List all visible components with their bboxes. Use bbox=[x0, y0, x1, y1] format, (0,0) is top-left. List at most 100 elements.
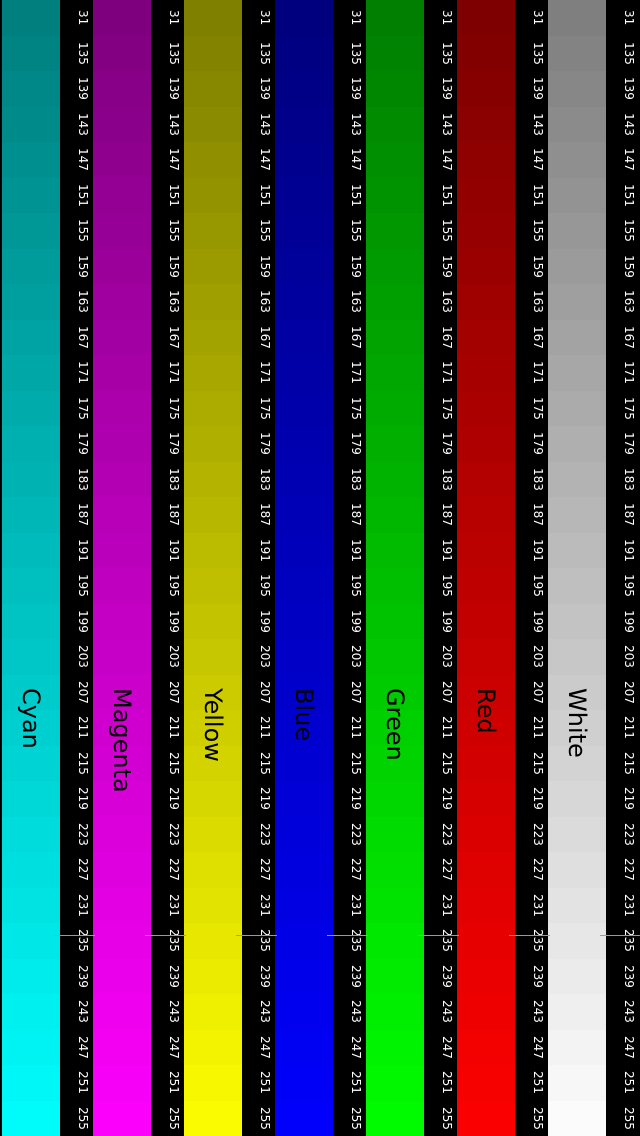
white-gradient-bar: White bbox=[548, 0, 606, 1136]
white-gradient-step bbox=[548, 852, 606, 889]
green-gradient-step bbox=[366, 319, 424, 356]
yellow-gradient-step bbox=[184, 1065, 242, 1102]
cyan-gradient-step bbox=[2, 958, 60, 995]
magenta-gradient-step bbox=[93, 319, 151, 356]
scale-tick-label: 191 bbox=[531, 538, 545, 562]
scale-tick-label: 171 bbox=[167, 361, 181, 385]
blue-gradient-step bbox=[275, 319, 333, 356]
scale-tick-label: 235 bbox=[440, 929, 454, 953]
scale-tick-label: 211 bbox=[622, 716, 636, 740]
white-gradient-step bbox=[548, 1065, 606, 1102]
scale-tick-label: 167 bbox=[349, 325, 363, 349]
scale-tick-label: 187 bbox=[531, 503, 545, 527]
scale-tick-label: 203 bbox=[531, 645, 545, 669]
cyan-gradient-step bbox=[2, 284, 60, 321]
scale-tick-label: 151 bbox=[349, 183, 363, 207]
blue-gradient-step bbox=[275, 781, 333, 818]
cyan-gradient-step bbox=[2, 106, 60, 143]
green-gradient-step bbox=[366, 532, 424, 569]
blue-gradient-step bbox=[275, 923, 333, 960]
scale-tick-label: 151 bbox=[440, 183, 454, 207]
red-gradient-step bbox=[457, 35, 515, 72]
white-gradient-step bbox=[548, 1100, 606, 1136]
blue-gradient-step bbox=[275, 213, 333, 250]
blue-value-scale: 31 135 139 143 147 151 155 159 163 167 171 175 179 18… bbox=[333, 0, 366, 1136]
scale-tick-label: 183 bbox=[349, 467, 363, 491]
scale-tick-label: 163 bbox=[349, 290, 363, 314]
scale-tick-label: 207 bbox=[258, 680, 272, 704]
scale-tick-label: 159 bbox=[440, 254, 454, 278]
scale-tick-label: 255 bbox=[622, 1106, 636, 1130]
scale-tick-label: 235 bbox=[349, 929, 363, 953]
scale-tick-label: 207 bbox=[531, 680, 545, 704]
scale-tick-label: 203 bbox=[167, 645, 181, 669]
yellow-gradient-step bbox=[184, 426, 242, 463]
scale-tick-label: 159 bbox=[258, 254, 272, 278]
red-gradient-step bbox=[457, 0, 515, 37]
scale-tick-label: 143 bbox=[167, 112, 181, 136]
white-value-scale: 31 135 139 143 147 151 155 159 163 167 171 175 179 18… bbox=[606, 0, 639, 1136]
scale-tick-label: 179 bbox=[531, 432, 545, 456]
scale-tick-label: 247 bbox=[622, 1035, 636, 1059]
blue-gradient-step bbox=[275, 1029, 333, 1066]
cyan-gradient-step bbox=[2, 532, 60, 569]
scale-tick-label: 255 bbox=[440, 1106, 454, 1130]
scale-tick-label: 203 bbox=[622, 645, 636, 669]
scale-tick-label: 223 bbox=[76, 822, 90, 846]
scale-tick-label: 235 bbox=[76, 929, 90, 953]
cyan-gradient-step bbox=[2, 852, 60, 889]
scale-tick-label: 219 bbox=[622, 787, 636, 811]
scale-tick-label: 231 bbox=[531, 893, 545, 917]
magenta-gradient-step bbox=[93, 106, 151, 143]
magenta-gradient-step bbox=[93, 0, 151, 37]
magenta-gradient-step bbox=[93, 71, 151, 108]
scale-tick-label: 155 bbox=[349, 219, 363, 243]
scale-tick-label: 135 bbox=[76, 41, 90, 65]
white-gradient-step bbox=[548, 958, 606, 995]
scale-tick-label: 215 bbox=[76, 751, 90, 775]
blue-gradient-step bbox=[275, 142, 333, 179]
scale-tick-label: 151 bbox=[258, 183, 272, 207]
cyan-gradient-step bbox=[2, 603, 60, 640]
white-label: White bbox=[563, 688, 591, 758]
green-gradient-step bbox=[366, 816, 424, 853]
yellow-gradient-step bbox=[184, 461, 242, 498]
yellow-gradient-step bbox=[184, 106, 242, 143]
color-band-green: Green 31 135 139 143 147 151 155 159 163 167 171 175… bbox=[366, 0, 457, 1136]
yellow-gradient-step bbox=[184, 958, 242, 995]
red-gradient-step bbox=[457, 568, 515, 605]
scale-tick-label: 147 bbox=[622, 148, 636, 172]
scale-tick-label: 183 bbox=[76, 467, 90, 491]
scale-tick-label: 31 bbox=[440, 10, 454, 26]
scale-tick-label: 239 bbox=[531, 964, 545, 988]
blue-gradient-step bbox=[275, 958, 333, 995]
scale-tick-label: 243 bbox=[440, 1000, 454, 1024]
scale-marker-line bbox=[418, 935, 459, 936]
green-gradient-bar: Green bbox=[366, 0, 424, 1136]
red-gradient-step bbox=[457, 71, 515, 108]
yellow-gradient-step bbox=[184, 390, 242, 427]
scale-tick-label: 227 bbox=[258, 858, 272, 882]
scale-tick-label: 163 bbox=[258, 290, 272, 314]
white-gradient-step bbox=[548, 994, 606, 1031]
scale-tick-label: 195 bbox=[167, 574, 181, 598]
scale-tick-label: 223 bbox=[440, 822, 454, 846]
scale-tick-label: 135 bbox=[258, 41, 272, 65]
yellow-gradient-step bbox=[184, 142, 242, 179]
yellow-gradient-step bbox=[184, 1100, 242, 1136]
scale-tick-label: 211 bbox=[167, 716, 181, 740]
scale-tick-label: 175 bbox=[531, 396, 545, 420]
green-gradient-step bbox=[366, 497, 424, 534]
red-gradient-step bbox=[457, 603, 515, 640]
white-gradient-step bbox=[548, 106, 606, 143]
scale-tick-label: 231 bbox=[622, 893, 636, 917]
green-gradient-step bbox=[366, 461, 424, 498]
white-gradient-step bbox=[548, 390, 606, 427]
scale-tick-label: 159 bbox=[622, 254, 636, 278]
scale-tick-label: 207 bbox=[76, 680, 90, 704]
scale-tick-label: 239 bbox=[622, 964, 636, 988]
yellow-gradient-bar: Yellow bbox=[184, 0, 242, 1136]
scale-tick-label: 191 bbox=[349, 538, 363, 562]
red-gradient-step bbox=[457, 887, 515, 924]
red-gradient-step bbox=[457, 213, 515, 250]
